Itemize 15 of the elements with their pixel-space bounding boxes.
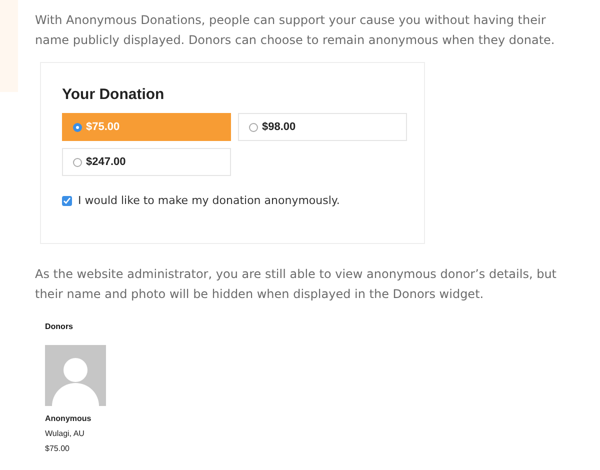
checkbox[interactable] xyxy=(62,196,72,206)
widget-title: Donors xyxy=(45,322,74,331)
donor-name: Anonymous xyxy=(45,414,92,423)
donor-location: Wulagi, AU xyxy=(45,429,86,438)
checkbox-label: I would like to make my donation anonymously. xyxy=(78,194,340,207)
intro-paragraph: With Anonymous Donations, people can support your cause you without having their name publicly displayed. Donors can choose to remain anonymous when they donate. xyxy=(35,12,556,49)
radio-icon xyxy=(249,122,258,132)
radio-icon xyxy=(73,122,82,132)
note-paragraph: As the website administrator, you are still able to view anonymous donor’s details, but their name and photo will be hidden when displayed in the Donors widget. xyxy=(35,266,558,303)
amount-option[interactable]: $247.00 xyxy=(62,148,231,176)
avatar-icon xyxy=(45,345,106,406)
radio-icon xyxy=(73,158,82,166)
amount-option[interactable]: $98.00 xyxy=(238,113,407,141)
donor-amount: $75.00 xyxy=(45,444,70,453)
form-title: Your Donation xyxy=(62,86,166,103)
